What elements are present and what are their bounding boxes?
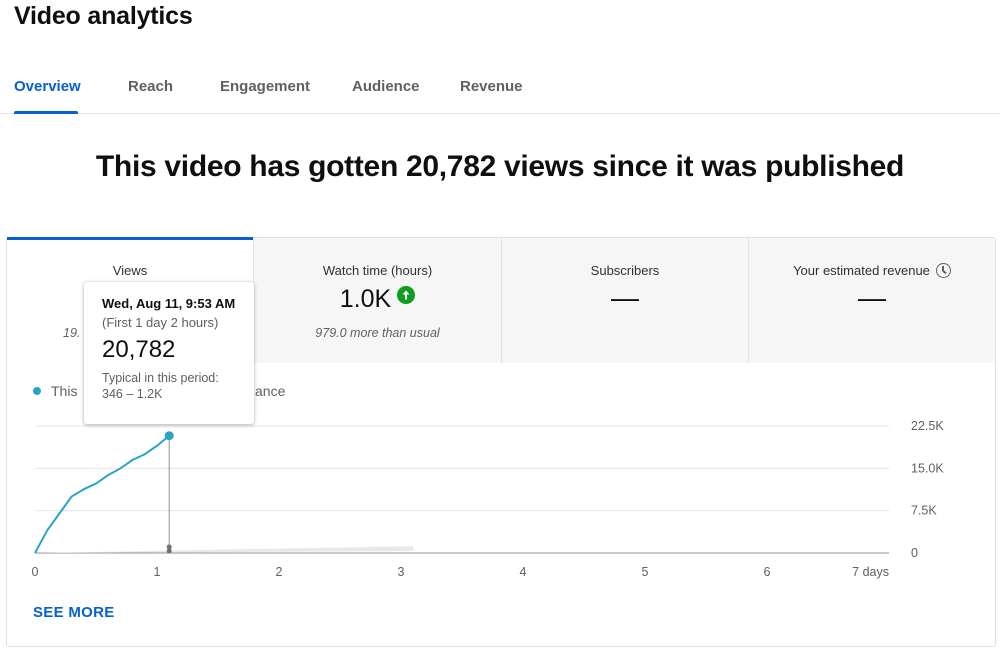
hover-point (164, 431, 174, 441)
x-tick-label: 2 (276, 565, 283, 579)
active-tab-indicator (14, 111, 78, 114)
x-tick-label: 3 (398, 565, 405, 579)
typical-point-low (166, 548, 172, 554)
views-series-line (34, 434, 170, 554)
views-headline: This video has gotten 20,782 views since… (95, 150, 905, 183)
tooltip-date: Wed, Aug 11, 9:53 AM (102, 296, 236, 311)
x-tick-label: 4 (520, 565, 527, 579)
y-tick-label: 22.5K (911, 419, 944, 433)
y-tick-label: 15.0K (911, 461, 944, 475)
x-tick-label: 0 (32, 565, 39, 579)
tab-reach[interactable]: Reach (128, 78, 173, 95)
tab-overview[interactable]: Overview (14, 78, 81, 95)
tooltip-period: (First 1 day 2 hours) (102, 315, 219, 330)
tab-bar: Overview Reach Engagement Audience Reven… (0, 68, 1000, 114)
analytics-card: Views 19. Watch time (hours) 1.0K 979.0 … (6, 237, 996, 647)
page-title: Video analytics (14, 2, 193, 30)
tab-audience[interactable]: Audience (352, 78, 420, 95)
tooltip-value: 20,782 (102, 336, 176, 363)
x-tick-label: 6 (764, 565, 771, 579)
tooltip-typical-label: Typical in this period: (102, 371, 219, 385)
chart-tooltip: Wed, Aug 11, 9:53 AM (First 1 day 2 hour… (84, 282, 254, 424)
tab-engagement[interactable]: Engagement (220, 78, 310, 95)
typical-performance-band (35, 546, 414, 553)
see-more-link[interactable]: SEE MORE (33, 604, 115, 621)
y-tick-label: 7.5K (911, 504, 937, 518)
x-tick-label: 1 (154, 565, 161, 579)
tab-revenue[interactable]: Revenue (460, 78, 523, 95)
tooltip-typical-range: 346 – 1.2K (102, 387, 163, 401)
x-tick-label: 7 days (852, 565, 889, 579)
y-tick-label: 0 (911, 546, 918, 560)
x-tick-label: 5 (642, 565, 649, 579)
